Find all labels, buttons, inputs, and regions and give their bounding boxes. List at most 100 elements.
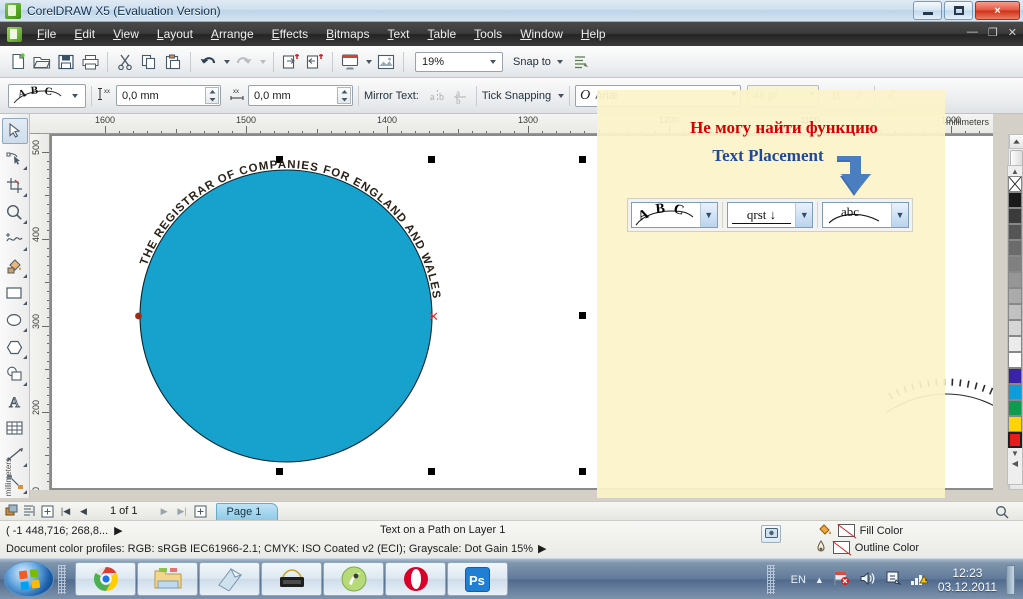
palette-swatch[interactable] <box>1008 336 1022 352</box>
taskbar-clock[interactable]: 12:23 03.12.2011 <box>938 566 997 594</box>
flyout-arrow-icon[interactable] <box>22 382 27 386</box>
palette-swatch[interactable] <box>1008 192 1022 208</box>
start-button[interactable] <box>4 561 54 597</box>
annotated-orientation-dropdown-arrow-icon[interactable]: ▼ <box>699 203 717 227</box>
annotated-placement-dropdown-arrow-icon[interactable]: ▼ <box>890 203 908 227</box>
palette-swatch[interactable] <box>1008 400 1022 416</box>
menu-item-effects[interactable]: Effects <box>263 24 317 44</box>
annotated-placement-combo[interactable]: abc ▼ <box>822 202 909 228</box>
tray-grip[interactable] <box>767 565 775 594</box>
menu-item-view[interactable]: View <box>104 24 148 44</box>
coordinates-expand-icon[interactable]: ▶ <box>114 524 122 537</box>
fill-color-swatch[interactable] <box>837 524 855 537</box>
flyout-arrow-icon[interactable] <box>22 166 27 170</box>
show-hidden-icons-button[interactable]: ▲ <box>815 575 824 585</box>
tool-freehand-tool[interactable] <box>2 226 28 252</box>
show-desktop-button[interactable] <box>1006 564 1015 595</box>
new-document-icon[interactable] <box>6 50 30 74</box>
first-page-button[interactable]: |◀ <box>58 504 73 519</box>
export-icon[interactable] <box>303 50 327 74</box>
outline-color-swatch[interactable] <box>832 541 850 554</box>
tool-polygon-tool[interactable] <box>2 334 28 360</box>
palette-swatch[interactable] <box>1008 432 1022 448</box>
document-icon[interactable] <box>7 26 22 42</box>
corel-connect-icon[interactable] <box>374 50 398 74</box>
distance-spin-down-icon[interactable] <box>206 96 218 104</box>
close-button[interactable]: × <box>975 1 1020 20</box>
taskbar-chrome[interactable] <box>75 562 136 596</box>
mirror-vertical-button[interactable]: ab <box>449 85 471 107</box>
tool-basic-shapes-tool[interactable] <box>2 361 28 387</box>
palette-swatch[interactable] <box>1008 272 1022 288</box>
next-page-button[interactable]: ▶ <box>157 504 172 519</box>
menu-item-table[interactable]: Table <box>418 24 465 44</box>
maximize-button[interactable] <box>944 1 973 20</box>
flyout-arrow-icon[interactable] <box>22 328 27 332</box>
palette-swatch[interactable] <box>1008 176 1022 192</box>
palette-swatch[interactable] <box>1008 224 1022 240</box>
volume-icon[interactable] <box>859 571 876 589</box>
menu-item-edit[interactable]: Edit <box>65 24 104 44</box>
taskbar-explorer[interactable] <box>137 562 198 596</box>
distance-spinner[interactable] <box>205 87 219 104</box>
object-manager-icon[interactable] <box>4 504 19 519</box>
color-proof-icon[interactable] <box>761 525 781 543</box>
minimize-button[interactable] <box>913 1 942 20</box>
palette-scroll-up-icon[interactable]: ▲ <box>1008 166 1022 176</box>
palette-swatch[interactable] <box>1008 208 1022 224</box>
menu-item-tools[interactable]: Tools <box>465 24 511 44</box>
flyout-arrow-icon[interactable] <box>22 463 27 467</box>
palette-swatch[interactable] <box>1008 384 1022 400</box>
flyout-arrow-icon[interactable] <box>22 193 27 197</box>
menu-item-help[interactable]: Help <box>572 24 615 44</box>
options-icon[interactable] <box>569 50 593 74</box>
tool-rectangle-tool[interactable] <box>2 280 28 306</box>
color-palette[interactable]: ▲ ▼ ◀ <box>1007 165 1023 485</box>
doc-restore-button[interactable]: ❐ <box>988 26 998 39</box>
palette-swatch[interactable] <box>1008 288 1022 304</box>
flyout-arrow-icon[interactable] <box>22 220 27 224</box>
annotated-distance-dropdown-arrow-icon[interactable]: ▼ <box>795 203 813 227</box>
page-options-icon[interactable] <box>22 504 37 519</box>
text-orientation-combo[interactable]: ABC <box>8 83 86 108</box>
horizontal-offset-input[interactable]: 0,0 mm <box>248 85 353 106</box>
palette-expand-icon[interactable]: ◀ <box>1008 458 1022 468</box>
undo-icon[interactable] <box>196 50 220 74</box>
language-indicator[interactable]: EN <box>791 574 806 586</box>
taskbar-media[interactable] <box>261 562 322 596</box>
open-document-icon[interactable] <box>30 50 54 74</box>
undo-dropdown-arrow-icon[interactable] <box>220 50 232 74</box>
page-tab-page-1[interactable]: Page 1 <box>215 502 279 520</box>
launch-app-icon[interactable] <box>338 50 362 74</box>
fill-color-row[interactable]: Fill Color <box>817 523 903 538</box>
network-flag-icon[interactable] <box>833 570 850 589</box>
tool-table-tool[interactable] <box>2 415 28 441</box>
menu-item-window[interactable]: Window <box>511 24 572 44</box>
copy-icon[interactable] <box>137 50 161 74</box>
last-page-button[interactable]: ▶| <box>175 504 190 519</box>
flyout-arrow-icon[interactable] <box>22 247 27 251</box>
add-page-before-icon[interactable] <box>40 504 55 519</box>
taskbar-grip[interactable] <box>58 565 66 594</box>
menu-item-layout[interactable]: Layout <box>148 24 202 44</box>
annotated-distance-combo[interactable]: qrst ↓ ▼ <box>726 202 814 228</box>
zoom-dropdown-arrow-icon[interactable] <box>485 55 500 69</box>
flyout-arrow-icon[interactable] <box>22 274 27 278</box>
taskbar-coreldraw[interactable] <box>323 562 384 596</box>
prev-page-button[interactable]: ◀ <box>76 504 91 519</box>
add-page-after-icon[interactable] <box>193 504 208 519</box>
palette-swatch[interactable] <box>1008 368 1022 384</box>
menu-item-bitmaps[interactable]: Bitmaps <box>317 24 378 44</box>
offset-spin-down-icon[interactable] <box>338 96 350 104</box>
distance-from-path-input[interactable]: 0,0 mm <box>116 85 221 106</box>
text-orientation-dropdown-arrow-icon[interactable] <box>72 93 78 98</box>
redo-icon[interactable] <box>232 50 256 74</box>
palette-swatch[interactable] <box>1008 304 1022 320</box>
tool-crop-tool[interactable] <box>2 172 28 198</box>
tool-ellipse-tool[interactable] <box>2 307 28 333</box>
palette-swatch[interactable] <box>1008 240 1022 256</box>
import-icon[interactable] <box>279 50 303 74</box>
scroll-up-button[interactable] <box>1009 134 1023 149</box>
vertical-ruler[interactable]: 500400300200100 millimeters <box>30 134 50 490</box>
offset-spin-up-icon[interactable] <box>338 88 350 96</box>
